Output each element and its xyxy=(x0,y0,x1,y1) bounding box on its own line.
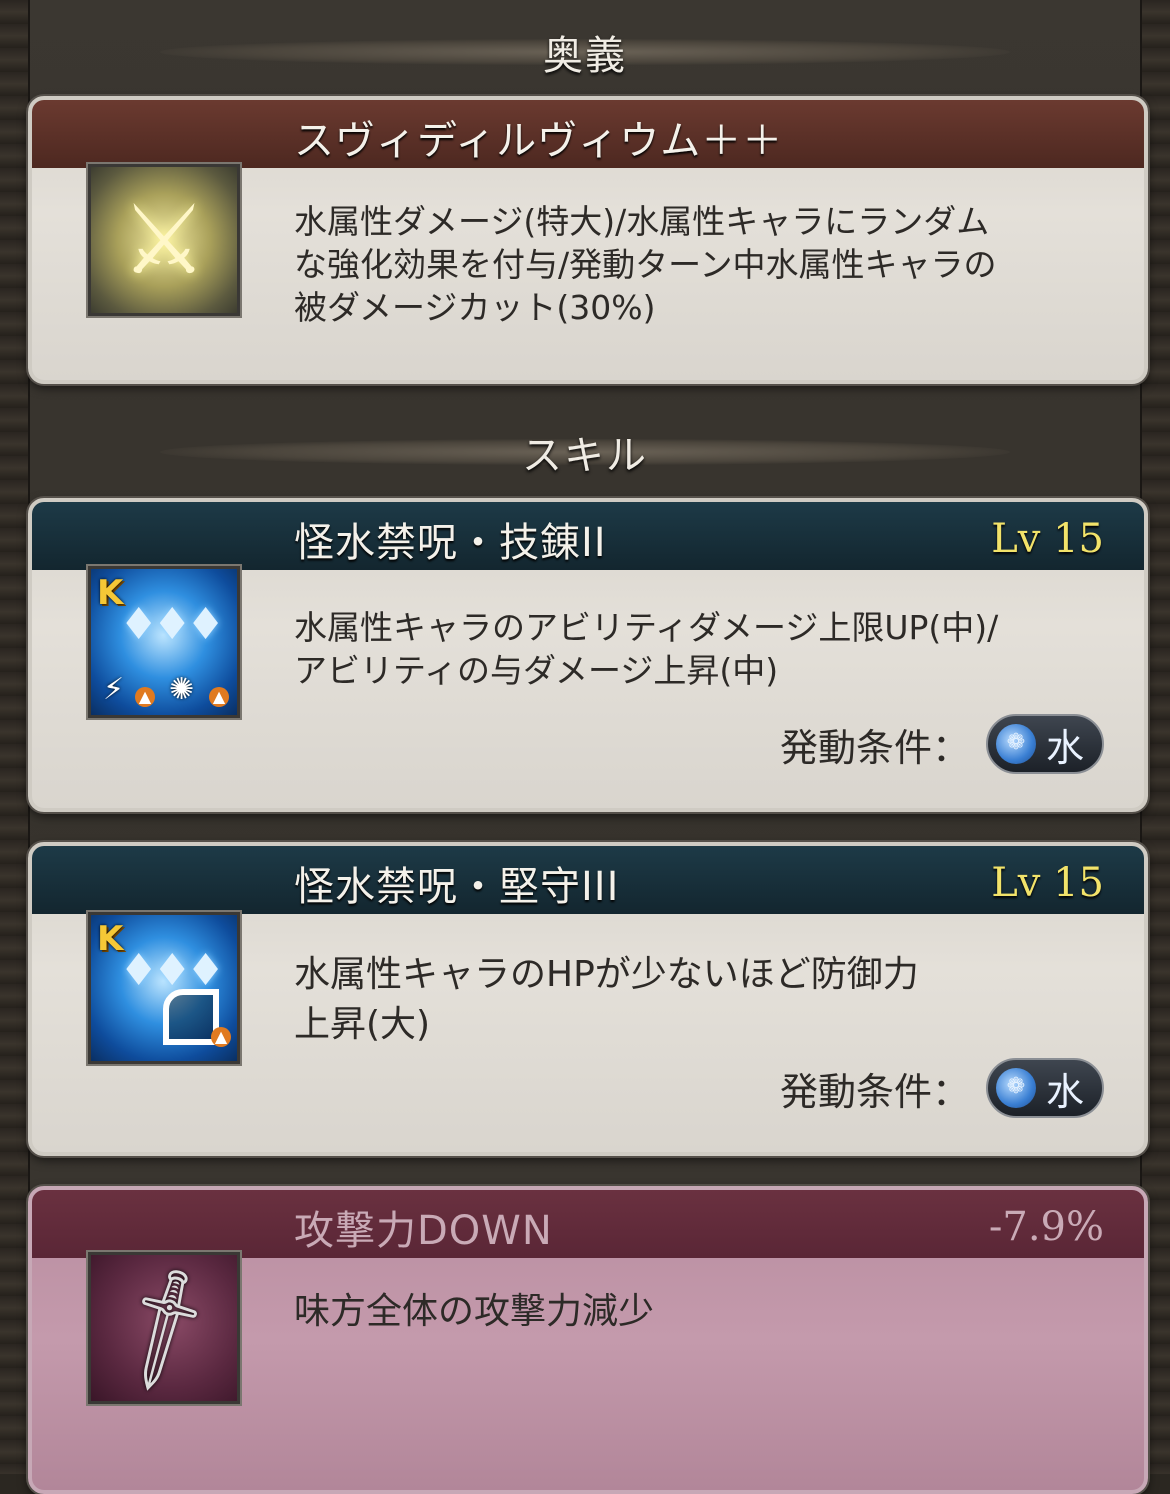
water-element-icon xyxy=(995,724,1036,764)
debuff-description: 味方全体の攻撃力減少 xyxy=(294,1291,655,1332)
ougi-section-title: 奥義 xyxy=(30,12,1140,92)
ougi-desc-line: 水属性ダメージ(特大)/水属性キャラにランダム xyxy=(294,202,990,241)
debuff-card[interactable]: 攻撃力DOWN -7.9% 🗡 味方全体の攻撃力減少 xyxy=(28,1186,1148,1494)
skill-2-condition: 発動条件： 水 xyxy=(780,1058,1104,1118)
skill-section-label: スキル xyxy=(522,433,648,479)
condition-value: 水 xyxy=(1045,725,1084,770)
debuff-value: -7.9% xyxy=(988,1204,1104,1250)
ougi-desc-line: な強化効果を付与/発動ターン中水属性キャラの xyxy=(294,245,997,284)
sword-burst-icon: ⚡ xyxy=(103,672,125,707)
dagger-icon: 🗡 xyxy=(88,1253,240,1403)
ougi-card[interactable]: スヴィディルヴィウム＋＋ ⚔ 水属性ダメージ(特大)/水属性キャラにランダム な… xyxy=(28,96,1148,384)
debuff-icon: 🗡 xyxy=(88,1252,240,1404)
water-condition-pill: 水 xyxy=(985,1058,1104,1118)
crossed-swords-icon: ⚔ xyxy=(120,184,208,296)
skill-2-icon: K ♦♦♦ ▲ xyxy=(88,912,240,1064)
skill-section-title: スキル xyxy=(30,412,1140,492)
condition-label: 発動条件： xyxy=(779,725,970,770)
skill-1-description: 水属性キャラのアビリティダメージ上限UP(中)/ アビリティの与ダメージ上昇(中… xyxy=(294,606,1084,692)
skill-1-icon: K ♦♦♦ ⚡ ▲ ✺ ▲ xyxy=(88,566,240,718)
skill-1-condition: 発動条件： 水 xyxy=(780,714,1104,774)
impact-burst-icon: ✺ xyxy=(169,672,195,707)
ougi-description: 水属性ダメージ(特大)/水属性キャラにランダム な強化効果を付与/発動ターン中水… xyxy=(294,200,1084,329)
skill-2-desc-line: 上昇(大) xyxy=(294,1004,431,1045)
skill-2-name: 怪水禁呪・堅守III xyxy=(294,864,620,910)
condition-value: 水 xyxy=(1045,1069,1084,1114)
skill-1-name: 怪水禁呪・技錬II xyxy=(294,520,607,566)
ougi-desc-line: 被ダメージカット(30%) xyxy=(294,288,656,327)
skill-card-2[interactable]: 怪水禁呪・堅守III Lv 15 K ♦♦♦ ▲ 水属性キャラのHPが少ないほど… xyxy=(28,842,1148,1156)
skill-2-desc-line: 水属性キャラのHPが少ないほど防御力 xyxy=(294,954,919,995)
skill-1-level: Lv 15 xyxy=(991,516,1104,562)
ougi-section-label: 奥義 xyxy=(543,33,627,79)
skill-card-1[interactable]: 怪水禁呪・技錬II Lv 15 K ♦♦♦ ⚡ ▲ ✺ ▲ 水属性キャラのアビリ… xyxy=(28,498,1148,812)
condition-label: 発動条件： xyxy=(779,1069,970,1114)
debuff-header xyxy=(32,1190,1144,1258)
skill-2-description: 水属性キャラのHPが少ないほど防御力 上昇(大) xyxy=(294,950,1084,1050)
water-drops-icon: ♦♦♦ xyxy=(119,599,225,650)
ougi-name: スヴィディルヴィウム＋＋ xyxy=(294,118,784,164)
debuff-name: 攻撃力DOWN xyxy=(294,1208,553,1254)
skill-2-level: Lv 15 xyxy=(991,860,1104,906)
skill-1-desc-line: アビリティの与ダメージ上昇(中) xyxy=(294,651,779,690)
up-arrow-icon: ▲ xyxy=(211,1027,231,1047)
water-element-icon xyxy=(995,1068,1036,1108)
water-condition-pill: 水 xyxy=(985,714,1104,774)
left-frame-border xyxy=(0,0,30,1474)
up-arrow-icon: ▲ xyxy=(135,687,155,707)
ougi-icon: ⚔ xyxy=(88,164,240,316)
skill-1-desc-line: 水属性キャラのアビリティダメージ上限UP(中)/ xyxy=(294,608,999,647)
up-arrow-icon: ▲ xyxy=(209,687,229,707)
